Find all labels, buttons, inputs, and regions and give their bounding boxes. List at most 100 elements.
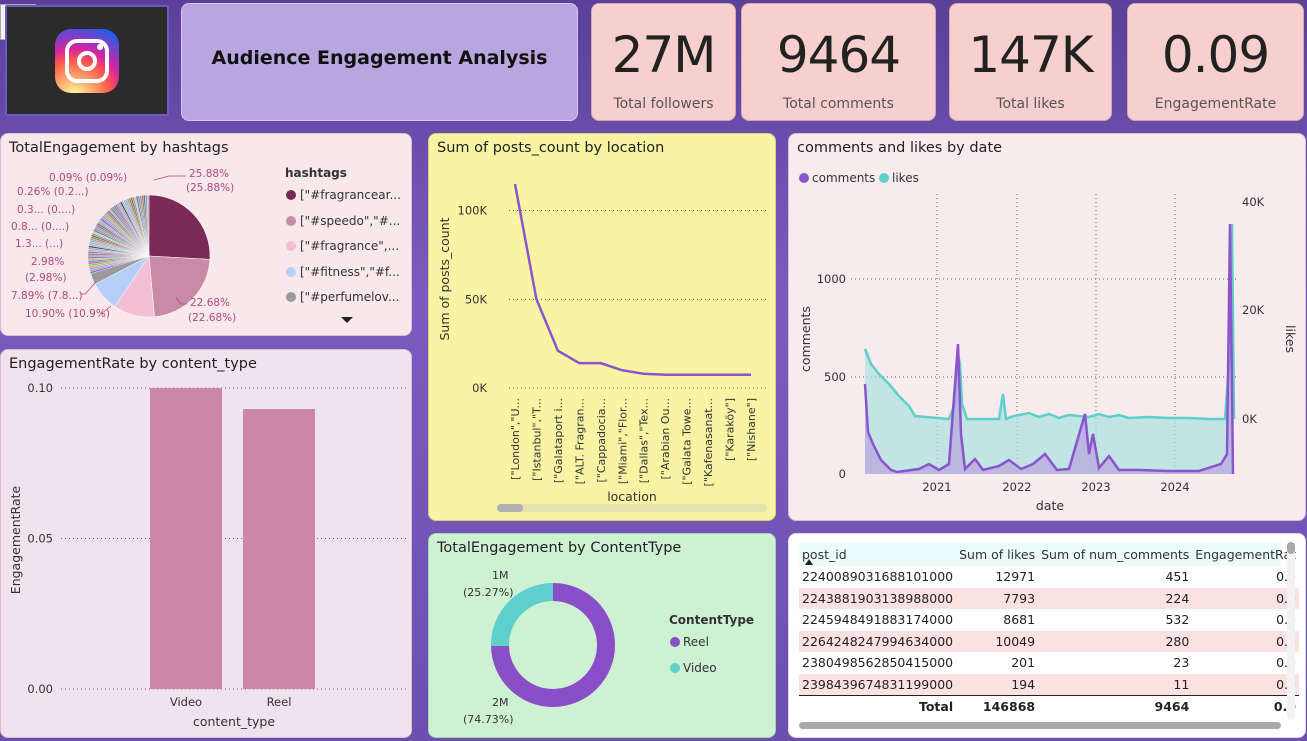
pie-label: 0.3... (0....)	[17, 204, 75, 216]
engagement-bar-panel: EngagementRate by content_type 0.00 0.05 0…	[0, 349, 412, 738]
bar[interactable]	[243, 409, 315, 689]
x-tick-label: ["ALT. Fragran...	[573, 398, 586, 484]
y-axis-title: Sum of posts_count	[437, 217, 452, 340]
legend-title: ContentType	[669, 613, 754, 627]
legend-item: ["#fragrance",...	[300, 239, 399, 253]
total-cell: 9464	[1038, 694, 1193, 717]
table-cell: 7793	[956, 587, 1039, 609]
contenttype-donut-panel: TotalEngagement by ContentType 1M (25.27…	[428, 533, 776, 738]
x-tick-label: ["Cappadocia...	[595, 398, 608, 483]
legend-item: ["#fragrancear...	[300, 188, 401, 202]
kpi-label: Total followers	[613, 96, 714, 112]
table-cell: 224	[1038, 587, 1193, 609]
table-cell: 0.0	[1192, 673, 1299, 695]
x-tick-label: ["London","U...	[509, 398, 522, 480]
table-cell: 2243881903138988000	[799, 587, 957, 609]
y2-tick-label: 40K	[1242, 195, 1265, 209]
table-row[interactable]: 2264248247994634000100492800.0	[799, 630, 1299, 652]
likes-line	[863, 223, 1236, 421]
donut-label: (25.27%)	[463, 586, 514, 599]
donut-label: (74.73%)	[463, 713, 514, 726]
table-row[interactable]: 224388190313898800077932240.0	[799, 587, 1299, 609]
table-cell: 10049	[956, 630, 1039, 652]
y-tick-label: 0K	[472, 381, 487, 395]
table-cell: 2398439674831199000	[799, 673, 957, 695]
kpi-label: EngagementRate	[1154, 96, 1277, 112]
kpi-label: Total comments	[783, 96, 894, 112]
donut-label: 1M	[492, 569, 509, 582]
table-cell: 0.0	[1192, 587, 1299, 609]
y-tick-label: 500	[824, 370, 846, 384]
logo-panel	[5, 5, 169, 116]
y-tick-label: 0.05	[27, 532, 53, 546]
total-label: Total	[799, 694, 957, 717]
table-cell: 12971	[995, 569, 1036, 585]
pie-label: 22.68%	[190, 297, 230, 309]
y-tick-label: 50K	[465, 292, 488, 306]
kpi-engagement-rate: 0.09 EngagementRate	[1127, 3, 1304, 121]
horizontal-scrollbar[interactable]	[497, 504, 767, 512]
scrollbar-thumb[interactable]	[1287, 542, 1295, 554]
vertical-scrollbar[interactable]	[1287, 542, 1295, 720]
date-line-panel: comments and likes by date comments like…	[788, 133, 1306, 521]
kpi-value: 0.09	[1161, 26, 1270, 84]
engagement-bar-chart[interactable]: 0.00 0.05 0.10 Video Reel content_type Enga…	[1, 350, 413, 739]
scrollbar-thumb[interactable]	[497, 504, 523, 512]
x-tick-label: ["Miami","Flor...	[616, 398, 629, 484]
y-tick-label: 100K	[458, 204, 488, 218]
hashtag-pie-chart[interactable]: 25.88% (25.88%) 22.68% (22.68%) 10.90% (…	[1, 134, 413, 337]
legend-scroll-down-icon[interactable]	[341, 317, 353, 323]
legend-item: likes	[892, 171, 919, 185]
x-axis-title: location	[607, 489, 657, 504]
x-tick-label: ["Kafenasanat...	[702, 398, 715, 486]
contenttype-donut-chart[interactable]: 1M (25.27%) 2M (74.73%) ContentType Reel…	[429, 534, 777, 739]
pie-slice[interactable]	[148, 194, 211, 260]
pie-label: 2.98%	[31, 256, 64, 268]
x-tick-label: 2024	[1160, 480, 1189, 494]
table-cell: 0.0	[1192, 566, 1299, 588]
x-tick-label: ["Nishane"]	[745, 398, 758, 461]
table-row[interactable]: 2398439674831199000194110.0	[799, 673, 1299, 695]
table-cell: 280	[1038, 630, 1193, 652]
location-line-chart[interactable]: 0K 50K 100K ["London","U... ["Istanbul","T.…	[429, 134, 777, 522]
table-row[interactable]: 2380498562850415000 201 230.0	[799, 652, 1299, 674]
table-cell: 8681	[1003, 612, 1036, 628]
column-header-comments[interactable]: Sum of num_comments	[1038, 542, 1192, 566]
horizontal-scrollbar[interactable]	[799, 722, 1281, 729]
column-header-engagement[interactable]: EngagementRat	[1192, 542, 1299, 566]
table-cell: 2245948491883174000	[802, 612, 954, 628]
posts-table: post_id Sum of likes Sum of num_comments…	[799, 542, 1299, 717]
kpi-value: 147K	[968, 26, 1093, 84]
pie-label: (22.68%)	[188, 312, 236, 324]
total-cell: 0.0	[1192, 694, 1299, 717]
table-row[interactable]: 2245948491883174000 8681 5320.0	[799, 609, 1299, 631]
table-cell: 0.0	[1192, 609, 1299, 631]
table-cell: 194	[956, 673, 1039, 695]
instagram-logo	[55, 29, 119, 93]
donut-label: 2M	[492, 696, 509, 709]
y2-axis-title: likes	[1283, 325, 1298, 353]
table-cell: 532	[1165, 612, 1190, 628]
table-cell: 2240089031688101000	[802, 569, 954, 585]
y2-tick-label: 20K	[1242, 303, 1265, 317]
posts-table-panel: post_id Sum of likes Sum of num_comments…	[788, 533, 1306, 738]
pie-label: 7.89% (7.8...)	[11, 290, 83, 302]
column-header-post-id[interactable]: post_id	[799, 542, 956, 566]
legend-title: hashtags	[285, 166, 347, 180]
date-line-chart[interactable]: comments likes 1000 500 0 40K 20K 0K 202…	[789, 134, 1307, 522]
table-row[interactable]: 2240089031688101000 12971 4510.0	[799, 566, 1299, 588]
pie-label: 0.26% (0.2...)	[17, 186, 89, 198]
pie-label: (25.88%)	[186, 182, 234, 194]
hashtag-pie-panel: TotalEngagement by hashtags 25.88% (25.8…	[0, 133, 412, 336]
x-tick-label: 2023	[1081, 480, 1110, 494]
table-cell: 0.0	[1192, 630, 1299, 652]
table-cell: 0.0	[1192, 652, 1299, 674]
legend-item: ["#speedo","#...	[300, 214, 400, 228]
table-cell: 451	[1165, 569, 1190, 585]
pie-label: (2.98%)	[25, 272, 67, 284]
bar[interactable]	[150, 388, 222, 689]
kpi-value: 9464	[776, 26, 901, 84]
table-cell: 2380498562850415000	[802, 655, 954, 671]
column-header-likes[interactable]: Sum of likes	[956, 542, 1038, 566]
y2-tick-label: 0K	[1242, 412, 1257, 426]
